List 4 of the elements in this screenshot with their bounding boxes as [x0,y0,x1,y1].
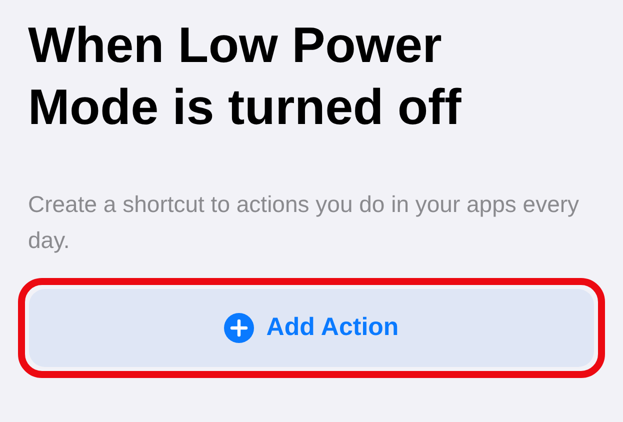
page-title: When Low Power Mode is turned off [28,16,462,137]
description-text: Create a shortcut to actions you do in your apps every day. [28,190,580,255]
add-action-button[interactable]: Add Action [29,289,594,367]
plus-circle-icon [224,313,254,343]
